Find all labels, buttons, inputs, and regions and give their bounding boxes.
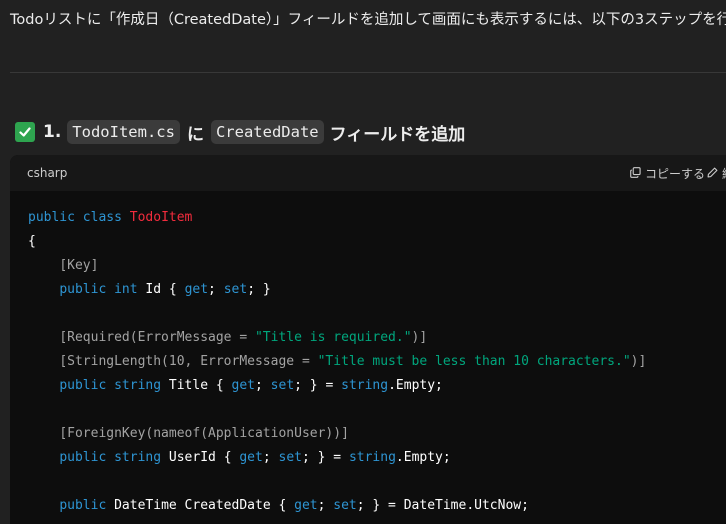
step-heading: 1. TodoItem.cs に CreatedDate フィールドを追加 — [15, 117, 465, 147]
copy-label: コピーする — [645, 167, 706, 181]
code-token: [Key] — [59, 258, 99, 273]
code-token: .Empty; — [388, 378, 443, 393]
code-token: set — [270, 378, 295, 393]
code-token: public — [59, 378, 107, 393]
edit-code-button[interactable]: 編 — [707, 165, 726, 182]
code-line: public string Title { get; set; } = stri… — [28, 374, 646, 398]
code-line: [ForeignKey(nameof(ApplicationUser))] — [28, 422, 646, 446]
code-line: [StringLength(10, ErrorMessage = "Title … — [28, 350, 646, 374]
chat-page: Todoリストに「作成日（CreatedDate）」フィールドを追加して画面にも… — [0, 0, 726, 524]
code-token: ; — [255, 378, 271, 393]
heading-suffix: フィールドを追加 — [329, 124, 466, 145]
code-token: TodoItem — [129, 210, 193, 225]
code-token: public — [28, 210, 75, 225]
code-block-header: csharp コピーする 編 — [10, 155, 726, 191]
code-token: string — [341, 378, 389, 393]
code-token: ; — [208, 282, 224, 297]
code-token: ; — [317, 498, 334, 513]
code-token: UserId { — [161, 450, 240, 465]
code-token: int — [114, 282, 138, 297]
code-token: Id { — [137, 282, 185, 297]
code-line: [Required(ErrorMessage = "Title is requi… — [28, 326, 646, 350]
code-language-label: csharp — [27, 166, 68, 180]
code-content: public class TodoItem { [Key] public int … — [28, 206, 646, 518]
heading-particle: に — [186, 124, 204, 145]
code-token: ; } = — [301, 450, 349, 465]
code-line: { — [28, 230, 646, 254]
code-token: "Title must be less than 10 characters." — [317, 354, 631, 369]
file-name-code: TodoItem.cs — [67, 120, 180, 144]
code-token: "Title is required." — [254, 330, 412, 345]
edit-icon — [707, 167, 718, 181]
code-token: [StringLength(10, ErrorMessage = — [59, 354, 318, 369]
code-token: [Required(ErrorMessage = — [59, 330, 255, 345]
code-line: public string UserId { get; set; } = str… — [28, 446, 646, 470]
code-token: ; } = DateTime.UtcNow; — [356, 498, 529, 513]
code-token: class — [82, 210, 122, 225]
code-token: ; } = — [294, 378, 342, 393]
code-token: get — [184, 282, 209, 297]
check-box-icon — [15, 122, 35, 142]
step-number: 1. — [43, 122, 62, 142]
code-token: get — [239, 450, 263, 465]
code-token: ; — [262, 450, 279, 465]
code-token: set — [223, 282, 248, 297]
code-line: public DateTime CreatedDate { get; set; … — [28, 494, 646, 518]
code-block: csharp コピーする 編 public class — [10, 155, 726, 524]
code-token: string — [348, 450, 396, 465]
code-line: public int Id { get; set; } — [28, 278, 646, 302]
intro-text: Todoリストに「作成日（CreatedDate）」フィールドを追加して画面にも… — [10, 12, 726, 28]
code-token: public — [59, 498, 107, 513]
section-divider — [10, 72, 726, 73]
code-token: get — [231, 378, 256, 393]
code-token: )] — [630, 354, 647, 369]
code-token: .Empty; — [395, 450, 451, 465]
copy-icon — [630, 166, 641, 181]
code-token: set — [278, 450, 302, 465]
code-token: Title { — [161, 378, 232, 393]
code-token: { — [28, 234, 36, 249]
code-token: )] — [411, 330, 428, 345]
code-token: public — [59, 282, 107, 297]
code-token: DateTime CreatedDate { — [106, 498, 295, 513]
code-token: public — [59, 450, 107, 465]
edit-label: 編 — [722, 165, 726, 182]
field-name-code: CreatedDate — [210, 120, 324, 144]
code-line: public class TodoItem — [28, 206, 646, 230]
code-line: [Key] — [28, 254, 646, 278]
code-token: set — [333, 498, 357, 513]
code-token: string — [114, 450, 162, 465]
code-token: get — [294, 498, 318, 513]
code-token: ; } — [247, 282, 271, 297]
code-token: [ForeignKey(nameof(ApplicationUser))] — [59, 426, 349, 441]
code-token: string — [114, 378, 162, 393]
copy-code-button[interactable]: コピーする — [630, 165, 705, 182]
